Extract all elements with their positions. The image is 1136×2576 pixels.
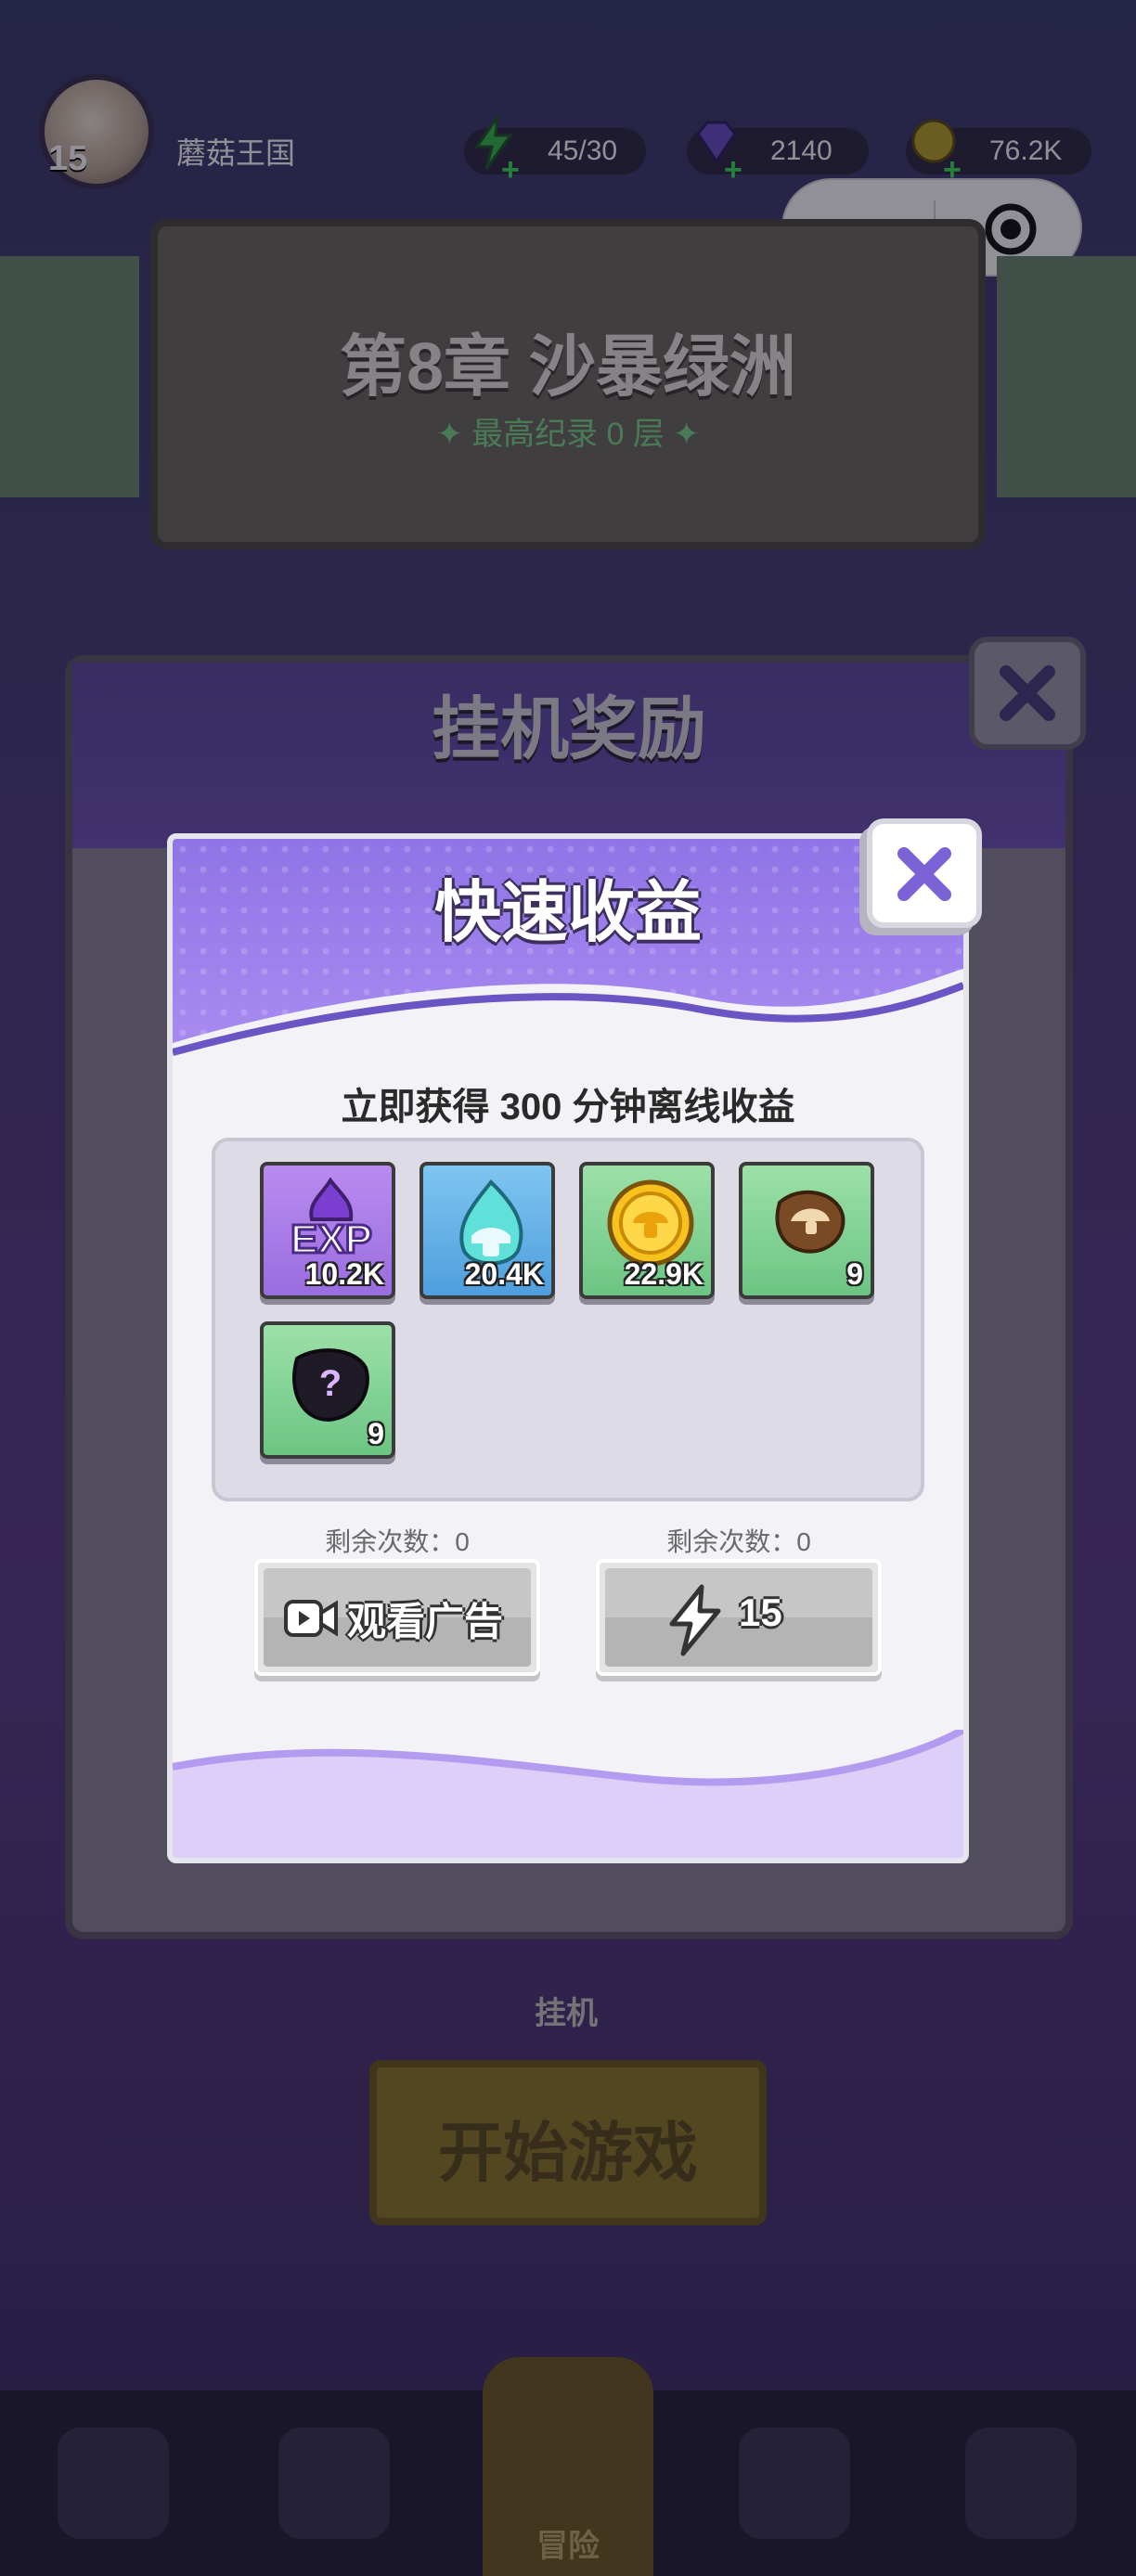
- dialog-footer-wave: [173, 1730, 963, 1858]
- reward-count: 20.4K: [464, 1257, 544, 1291]
- reward-item-spirit[interactable]: 20.4K: [420, 1162, 555, 1299]
- spend-energy-button[interactable]: 15: [596, 1559, 882, 1676]
- offline-earnings-text: 立即获得 300 分钟离线收益: [341, 1087, 795, 1127]
- reward-item-mushroom-shard[interactable]: 9: [739, 1162, 874, 1299]
- reward-count: 22.9K: [624, 1257, 704, 1291]
- reward-count: 10.2K: [304, 1257, 384, 1291]
- lightning-icon: [669, 1584, 721, 1656]
- ad-remaining-count: 剩余次数：0: [325, 1527, 470, 1556]
- energy-remaining-count: 剩余次数：0: [666, 1527, 811, 1556]
- energy-cost: 15: [739, 1591, 782, 1634]
- dialog-title: 快速收益: [433, 876, 702, 950]
- svg-text:EXP: EXP: [290, 1217, 372, 1262]
- reward-count: 9: [368, 1417, 384, 1450]
- dialog-close-button[interactable]: [867, 818, 982, 928]
- video-camera-icon: [284, 1600, 338, 1637]
- reward-count: 9: [846, 1257, 863, 1291]
- watch-ad-button[interactable]: 观看广告: [254, 1559, 540, 1676]
- watch-ad-label: 观看广告: [347, 1600, 504, 1643]
- reward-item-mystery-shard[interactable]: ? 9: [260, 1321, 395, 1459]
- close-icon: [897, 847, 951, 901]
- reward-item-exp[interactable]: EXP 10.2K: [260, 1162, 395, 1299]
- svg-text:?: ?: [319, 1363, 342, 1404]
- reward-item-coin[interactable]: 22.9K: [579, 1162, 715, 1299]
